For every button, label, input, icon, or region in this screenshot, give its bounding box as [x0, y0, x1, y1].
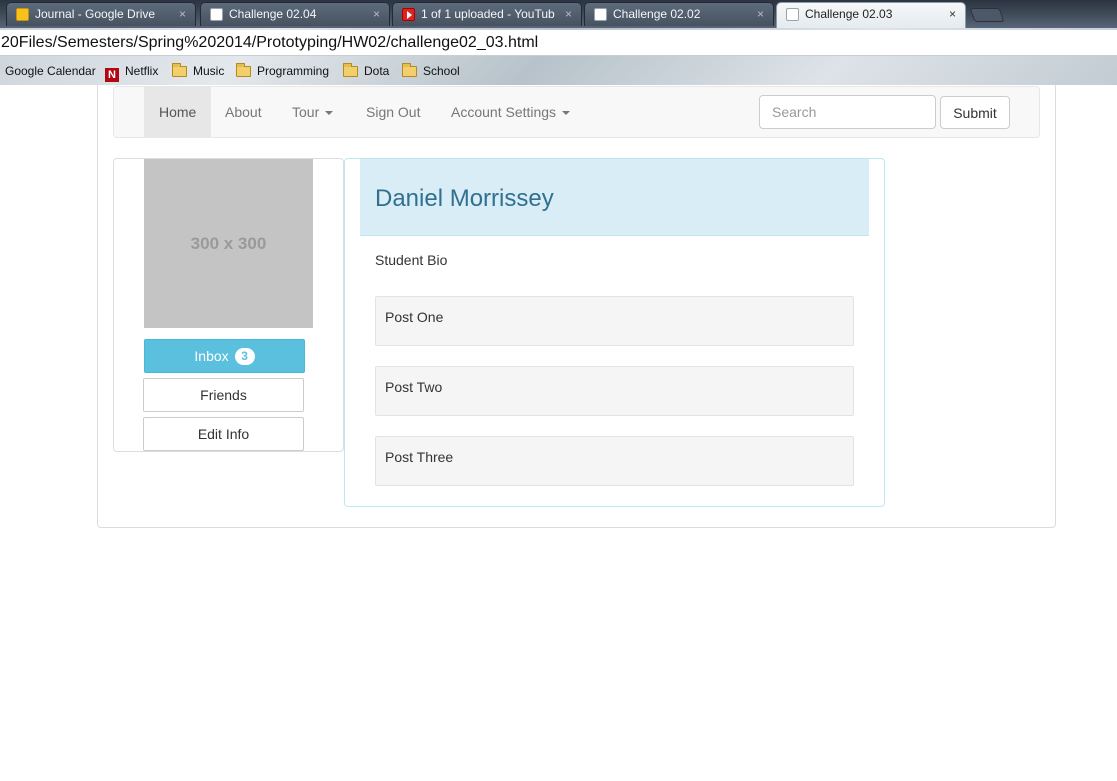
caret-down-icon — [562, 111, 571, 116]
bookmark-label: Netflix — [125, 64, 159, 78]
close-icon[interactable]: × — [179, 3, 186, 25]
bookmark-netflix[interactable]: N Netflix — [105, 62, 159, 82]
bookmark-label: Music — [193, 64, 225, 78]
close-icon[interactable]: × — [565, 3, 572, 25]
tab-title: Challenge 02.02 — [613, 7, 701, 21]
close-icon[interactable]: × — [949, 3, 956, 25]
nav-tour[interactable]: Tour — [277, 87, 348, 137]
profile-name-heading: Daniel Morrissey — [360, 159, 869, 236]
profile-image-placeholder: 300 x 300 — [144, 159, 313, 328]
youtube-icon — [402, 8, 415, 21]
navbar: Home About Tour Sign Out Account Setting… — [113, 86, 1040, 138]
tab-title: Challenge 02.03 — [805, 7, 893, 21]
nav-sign-out[interactable]: Sign Out — [351, 87, 435, 137]
post-item: Post Two — [375, 366, 854, 416]
drive-icon — [16, 8, 29, 21]
bookmark-music[interactable]: Music — [172, 62, 224, 80]
post-item: Post Three — [375, 436, 854, 486]
friends-button[interactable]: Friends — [143, 378, 304, 412]
tab-challenge-02-02[interactable]: Challenge 02.02 × — [584, 2, 774, 26]
close-icon[interactable]: × — [757, 3, 764, 25]
bookmark-programming[interactable]: Programming — [236, 62, 329, 80]
bookmark-label: Programming — [257, 64, 330, 78]
bookmark-label: School — [423, 64, 460, 78]
nav-account-settings[interactable]: Account Settings — [436, 87, 585, 137]
inbox-button[interactable]: Inbox 3 — [144, 339, 305, 373]
edit-info-button[interactable]: Edit Info — [143, 417, 304, 451]
tab-title: Challenge 02.04 — [229, 7, 317, 21]
close-icon[interactable]: × — [373, 3, 380, 25]
page-icon — [210, 8, 223, 21]
submit-button[interactable]: Submit — [940, 96, 1010, 129]
bookmark-label: Dota — [364, 64, 390, 78]
inbox-label: Inbox — [194, 348, 229, 364]
bookmark-label: Google Calendar — [5, 64, 96, 78]
caret-down-icon — [325, 111, 334, 116]
nav-about[interactable]: About — [210, 87, 277, 137]
page-icon — [594, 8, 607, 21]
inbox-count-badge: 3 — [234, 348, 255, 365]
folder-icon — [236, 63, 251, 77]
folder-icon — [343, 63, 358, 77]
netflix-icon: N — [105, 68, 119, 82]
search-input[interactable] — [759, 95, 936, 129]
tab-title: Journal - Google Drive — [35, 7, 156, 21]
tab-challenge-02-03[interactable]: Challenge 02.03 × — [776, 2, 966, 28]
bookmark-school[interactable]: School — [402, 62, 460, 80]
nav-home[interactable]: Home — [144, 87, 212, 137]
bookmark-dota[interactable]: Dota — [343, 62, 389, 80]
nav-account-settings-label: Account Settings — [451, 104, 557, 120]
new-tab-button[interactable] — [969, 8, 1005, 22]
folder-icon — [402, 63, 417, 77]
post-item: Post One — [375, 296, 854, 346]
student-bio: Student Bio — [375, 252, 448, 268]
bookmark-google-calendar[interactable]: Google Calendar — [5, 62, 96, 80]
folder-icon — [172, 63, 187, 77]
bookmarks-bar: Google Calendar N Netflix Music Programmi… — [0, 58, 1117, 84]
tab-challenge-02-04[interactable]: Challenge 02.04 × — [200, 2, 390, 26]
nav-tour-label: Tour — [292, 104, 320, 120]
tab-journal[interactable]: Journal - Google Drive × — [6, 2, 196, 26]
address-bar[interactable]: 20Files/Semesters/Spring%202014/Prototyp… — [0, 30, 1117, 56]
tab-youtube[interactable]: 1 of 1 uploaded - YouTub × — [392, 2, 582, 26]
tab-title: 1 of 1 uploaded - YouTub — [421, 7, 555, 21]
page-icon — [786, 8, 799, 21]
address-text: 20Files/Semesters/Spring%202014/Prototyp… — [1, 34, 539, 51]
tab-strip: Journal - Google Drive × Challenge 02.04… — [0, 0, 1117, 28]
